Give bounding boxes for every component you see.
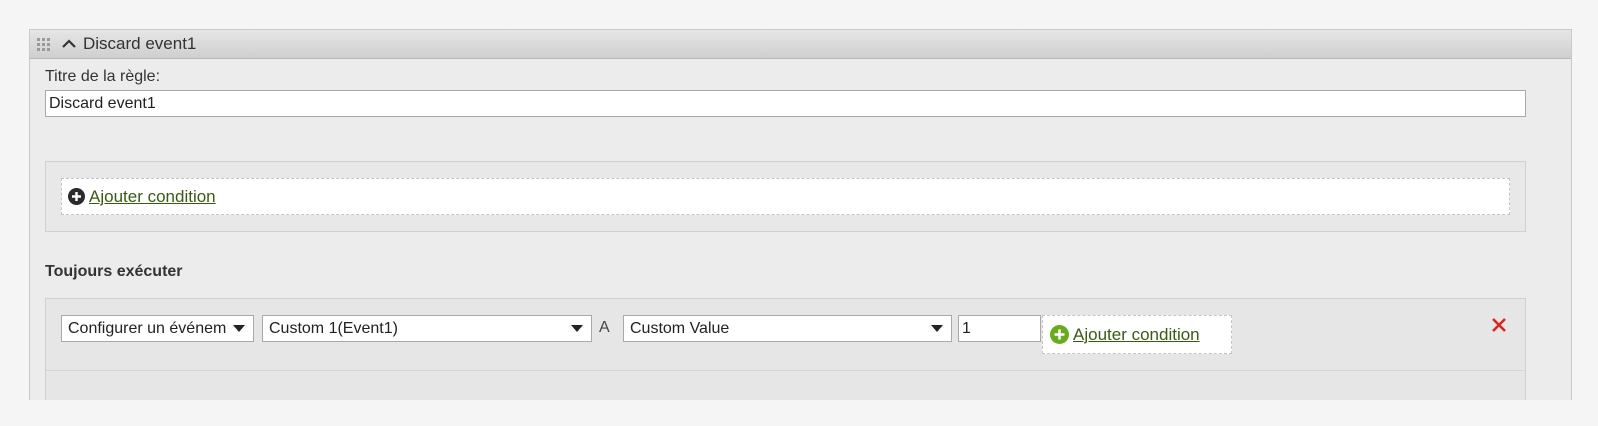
row-divider <box>46 370 1525 371</box>
always-execute-box: Configurer un événem Custom 1(Event1) A … <box>45 298 1526 400</box>
target-select[interactable]: Custom 1(Event1) <box>262 315 592 342</box>
action-select[interactable]: Configurer un événem <box>61 315 254 342</box>
value-type-select[interactable]: Custom Value <box>623 315 952 342</box>
panel-title: Discard event1 <box>83 34 197 53</box>
chevron-down-icon <box>233 325 245 332</box>
chevron-up-icon[interactable] <box>60 35 78 53</box>
plus-circle-icon[interactable] <box>68 188 85 205</box>
rule-title-label: Titre de la règle: <box>45 68 161 85</box>
chevron-down-icon <box>571 325 583 332</box>
grip-icon[interactable] <box>37 36 53 52</box>
rule-panel: Discard event1 Titre de la règle: Ajoute… <box>29 29 1572 400</box>
add-condition-link-exec[interactable]: Ajouter condition <box>1073 325 1200 345</box>
value-input[interactable] <box>958 315 1041 342</box>
rule-title-input[interactable] <box>45 90 1526 117</box>
plus-circle-green-icon[interactable] <box>1050 325 1069 344</box>
chevron-down-icon <box>931 325 943 332</box>
close-icon[interactable] <box>1491 317 1507 333</box>
rule-panel-header[interactable]: Discard event1 <box>30 30 1571 59</box>
add-condition-link[interactable]: Ajouter condition <box>89 187 216 207</box>
connector-label: A <box>599 319 610 336</box>
action-select-value: Configurer un événem <box>68 319 227 337</box>
add-condition-zone[interactable]: Ajouter condition <box>61 178 1510 215</box>
always-execute-title: Toujours exécuter <box>45 263 183 280</box>
target-select-value: Custom 1(Event1) <box>269 319 398 337</box>
add-condition-zone-exec[interactable]: Ajouter condition <box>1042 315 1232 354</box>
conditions-box: Ajouter condition <box>45 161 1526 232</box>
value-type-select-value: Custom Value <box>630 319 730 337</box>
